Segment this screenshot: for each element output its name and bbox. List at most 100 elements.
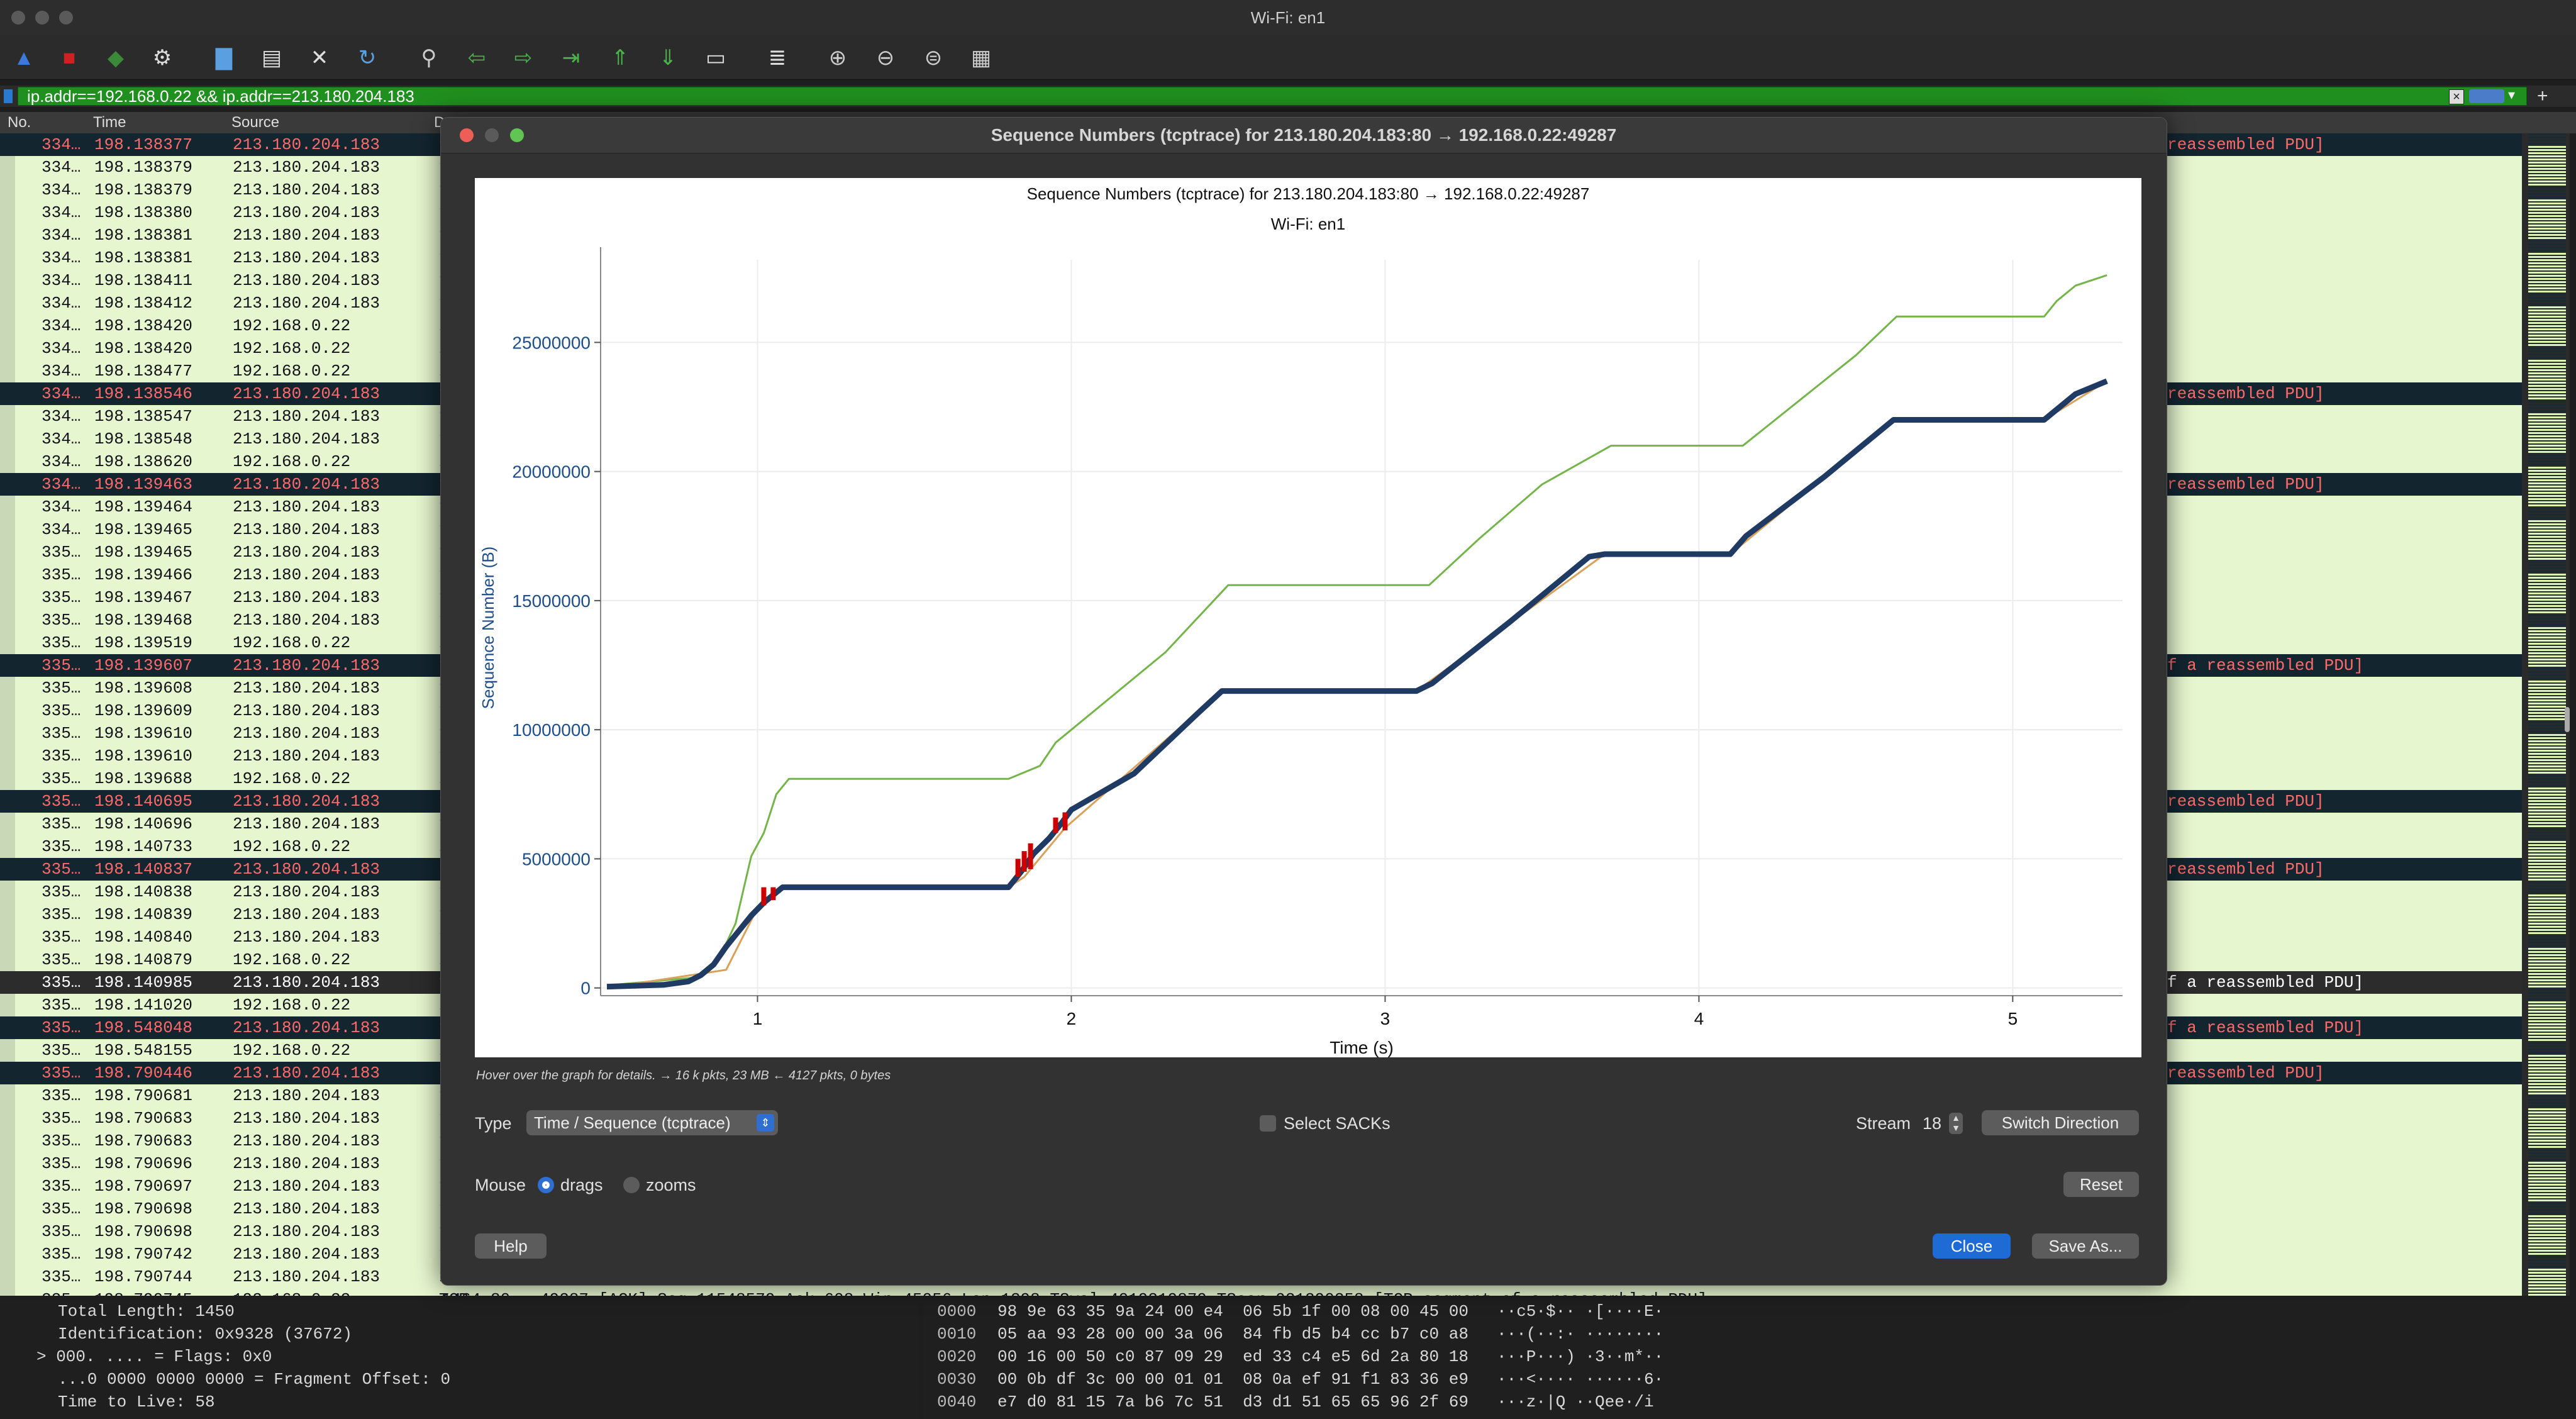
minimap-line — [2528, 1187, 2566, 1189]
mouse-drags-radio[interactable] — [538, 1177, 554, 1193]
minimap-line — [2528, 643, 2566, 645]
minimap-line — [2528, 728, 2566, 730]
mouse-zooms-radio[interactable] — [623, 1177, 640, 1193]
ascii-bytes[interactable]: ···P···) ·3··m*·· — [1497, 1347, 1663, 1366]
detail-line[interactable]: ...0 0000 0000 0000 = Fragment Offset: 0 — [58, 1370, 450, 1389]
select-sacks-checkbox[interactable] — [1260, 1115, 1276, 1132]
packet-list-minimap[interactable] — [2522, 133, 2570, 1296]
ascii-bytes[interactable]: ···(··:· ········ — [1497, 1325, 1663, 1344]
minimap-line — [2528, 1105, 2566, 1107]
packet-number: 335… — [42, 837, 81, 856]
packet-source: 192.168.0.22 — [233, 1288, 350, 1296]
zoom-in-icon[interactable]: ⊕ — [824, 44, 852, 72]
detail-line[interactable]: > 000. .... = Flags: 0x0 — [36, 1347, 272, 1366]
normal-size-icon[interactable]: ⊜ — [919, 44, 947, 72]
display-filter-input[interactable] — [18, 87, 2527, 106]
hex-bytes[interactable]: 05 aa 93 28 00 00 3a 06 84 fb d5 b4 cc b… — [997, 1325, 1468, 1344]
zoom-out-icon[interactable]: ⊖ — [872, 44, 899, 72]
hex-bytes[interactable]: e7 d0 81 15 7a b6 7c 51 d3 d1 51 65 65 9… — [997, 1393, 1468, 1411]
column-time[interactable]: Time — [93, 112, 126, 133]
last-packet-icon[interactable]: ⇓ — [654, 44, 682, 72]
folder-open-icon[interactable]: ▇ — [210, 44, 238, 72]
gear-icon[interactable]: ⚙ — [148, 44, 176, 72]
resize-columns-icon[interactable]: ▦ — [967, 44, 995, 72]
packet-time: 198.139468 — [94, 611, 193, 630]
packet-source: 192.168.0.22 — [233, 996, 351, 1015]
minimap-line — [2528, 967, 2566, 969]
packet-source: 213.180.204.183 — [233, 294, 380, 313]
minimap-line — [2528, 1143, 2566, 1145]
minimap-line — [2528, 548, 2566, 550]
reset-button[interactable]: Reset — [2063, 1172, 2139, 1197]
packet-info: reassembled PDU] — [2167, 135, 2324, 154]
shark-fin-start-icon[interactable]: ▲ — [10, 44, 38, 72]
zoom-window-button[interactable] — [59, 11, 73, 25]
row-marker — [0, 813, 15, 835]
apply-filter-icon[interactable] — [2469, 89, 2504, 103]
clear-filter-icon[interactable]: × — [2449, 89, 2464, 104]
minimize-window-button[interactable] — [35, 11, 49, 25]
hex-bytes[interactable]: 00 16 00 50 c0 87 09 29 ed 33 c4 e5 6d 2… — [997, 1347, 1468, 1366]
minimap-line — [2528, 514, 2566, 516]
packet-time: 198.790681 — [94, 1086, 193, 1105]
first-packet-icon[interactable]: ⇑ — [606, 44, 634, 72]
ascii-bytes[interactable]: ···<···· ······6· — [1497, 1370, 1663, 1389]
detail-line[interactable]: Identification: 0x9328 (37672) — [58, 1325, 352, 1344]
hex-bytes[interactable]: 00 0b df 3c 00 00 01 01 08 0a ef 91 f1 8… — [997, 1370, 1468, 1389]
arrow-right-icon[interactable]: ⇨ — [509, 44, 537, 72]
autoscroll-icon[interactable]: ▭ — [702, 44, 730, 72]
minimap-line — [2528, 347, 2566, 349]
go-to-packet-icon[interactable]: ⇥ — [557, 44, 585, 72]
switch-direction-button[interactable]: Switch Direction — [1982, 1110, 2139, 1135]
minimap-line — [2528, 523, 2566, 525]
hex-bytes[interactable]: 98 9e 63 35 9a 24 00 e4 06 5b 1f 00 08 0… — [997, 1302, 1468, 1321]
packet-number: 335… — [42, 588, 81, 607]
dialog-close-icon[interactable] — [460, 128, 474, 142]
detail-line[interactable]: Time to Live: 58 — [58, 1393, 215, 1411]
minimap-line — [2528, 1199, 2566, 1201]
minimap-line — [2528, 1291, 2566, 1293]
graph-type-select[interactable]: Time / Sequence (tcptrace) ⇕ — [526, 1110, 778, 1135]
minimap-line — [2528, 916, 2566, 918]
arrow-left-icon[interactable]: ⇦ — [463, 44, 491, 72]
packet-time: 198.140733 — [94, 837, 193, 856]
graph-area[interactable]: Sequence Numbers (tcptrace) for 213.180.… — [475, 178, 2141, 1057]
column-no[interactable]: No. — [8, 112, 31, 133]
close-window-button[interactable] — [11, 11, 25, 25]
stop-capture-icon[interactable]: ■ — [55, 44, 83, 72]
column-source[interactable]: Source — [231, 112, 279, 133]
dialog-zoom-icon[interactable] — [510, 128, 524, 142]
detail-line[interactable]: Total Length: 1450 — [58, 1302, 235, 1321]
ascii-bytes[interactable]: ··c5·$·· ·[····E· — [1497, 1302, 1663, 1321]
y-tick-label: 25000000 — [512, 333, 591, 352]
colorize-icon[interactable]: ≣ — [763, 44, 791, 72]
reload-icon[interactable]: ↻ — [353, 44, 381, 72]
help-button[interactable]: Help — [475, 1233, 547, 1259]
save-file-icon[interactable]: ▤ — [258, 44, 286, 72]
minimap-line — [2528, 1001, 2566, 1003]
stream-number[interactable]: 18 — [1923, 1114, 1941, 1133]
add-filter-button-icon[interactable]: + — [2537, 86, 2548, 107]
restart-capture-icon[interactable]: ◆ — [102, 44, 130, 72]
minimap-line — [2528, 640, 2566, 642]
close-file-icon[interactable]: ✕ — [306, 44, 333, 72]
minimap-line — [2528, 923, 2566, 925]
chevron-down-icon[interactable]: ▾ — [2508, 87, 2515, 103]
ascii-bytes[interactable]: ···z·|Q ··Qee·/i — [1497, 1393, 1654, 1411]
stream-stepper-icon[interactable]: ▲ ▼ — [1949, 1113, 1963, 1134]
minimap-line — [2528, 655, 2566, 657]
close-button[interactable]: Close — [1933, 1233, 2011, 1259]
minimap-line — [2528, 725, 2566, 726]
packet-time: 198.138379 — [94, 181, 193, 199]
search-icon[interactable]: ⚲ — [415, 44, 443, 72]
packet-source: 213.180.204.183 — [233, 973, 380, 992]
sequence-chart[interactable]: 1 2 3 4 5 0 5000000 10000000 15000000 20000000 250… — [475, 178, 2141, 1057]
packet-row[interactable]: 335…198.790745192.168.0.22TCP1464 80 → 4… — [0, 1288, 2522, 1296]
packet-time: 198.139464 — [94, 498, 193, 516]
scrollbar-thumb[interactable] — [2565, 707, 2570, 732]
bookmark-icon[interactable] — [4, 89, 13, 103]
packet-number: 335… — [42, 882, 81, 901]
packet-number: 334… — [42, 498, 81, 516]
dialog-minimize-icon[interactable] — [485, 128, 499, 142]
save-as-button[interactable]: Save As... — [2032, 1233, 2139, 1259]
